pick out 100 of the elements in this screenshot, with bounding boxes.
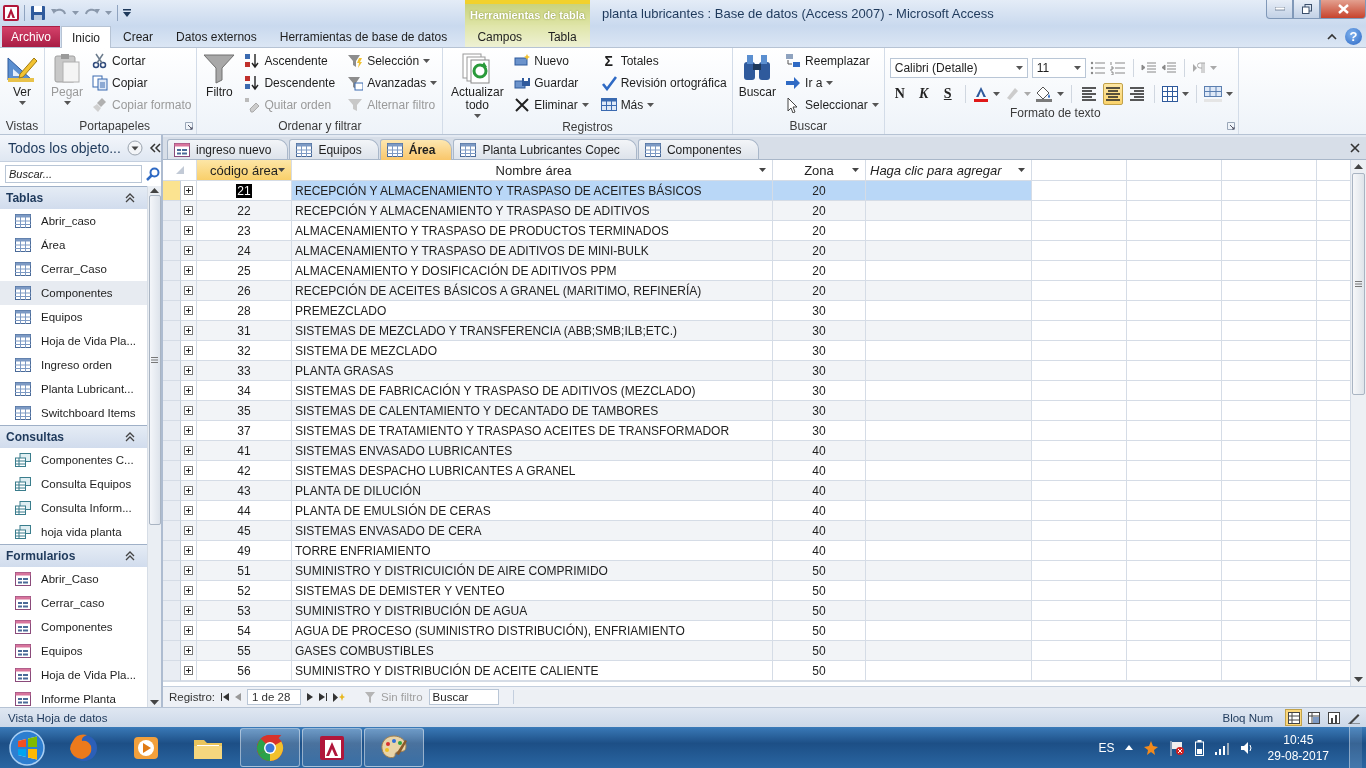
expand-icon[interactable] — [184, 506, 193, 515]
scroll-up-icon[interactable] — [1354, 164, 1363, 169]
form-icon[interactable] — [174, 142, 190, 157]
table-cell[interactable]: 50 — [773, 561, 866, 581]
scrollbar-thumb[interactable] — [148, 195, 161, 525]
dropdown-icon[interactable] — [126, 140, 143, 156]
next-record-icon[interactable] — [307, 693, 314, 701]
nav-item[interactable]: Abrir_caso — [0, 209, 147, 233]
table-icon[interactable] — [15, 310, 31, 324]
document-tab[interactable]: Componentes — [637, 139, 759, 159]
table-cell[interactable]: PLANTA GRASAS — [292, 361, 773, 381]
signal-icon[interactable] — [1213, 740, 1230, 755]
expand-icon[interactable] — [184, 566, 193, 575]
row-color-icon[interactable] — [1203, 86, 1222, 102]
expand-icon[interactable] — [184, 546, 193, 555]
table-cell[interactable]: RECEPCIÓN Y ALMACENAMIENTO Y TRASPASO DE ADITIVOS — [292, 201, 773, 221]
nav-item[interactable]: Componentes — [0, 281, 147, 305]
nav-item[interactable]: Switchboard Items — [0, 401, 147, 425]
nav-item[interactable]: Hoja de Vida Pla... — [0, 329, 147, 353]
expand-icon[interactable] — [184, 586, 193, 595]
ribbon-tab[interactable]: Campos — [466, 26, 534, 47]
ribbon-tab[interactable]: Inicio — [61, 26, 112, 48]
collapse-ribbon-icon[interactable] — [1327, 33, 1337, 40]
expand-icon[interactable] — [184, 526, 193, 535]
table-icon[interactable] — [15, 262, 31, 276]
table-cell[interactable]: 26 — [197, 281, 292, 301]
table-cell[interactable]: 30 — [773, 321, 866, 341]
ribbon-button[interactable]: Eliminar — [512, 94, 591, 116]
query-icon[interactable] — [15, 525, 31, 539]
language-indicator[interactable]: ES — [1098, 740, 1115, 755]
taskbar-button[interactable] — [302, 728, 362, 767]
ribbon-tab[interactable]: Tabla — [536, 26, 588, 47]
scroll-down-icon[interactable] — [1354, 677, 1363, 682]
collapse-group-icon[interactable] — [125, 193, 135, 203]
table-icon[interactable] — [15, 214, 31, 228]
table-cell[interactable]: 20 — [773, 241, 866, 261]
search-field[interactable]: Buscar — [428, 689, 499, 705]
nav-group-header[interactable]: Tablas — [0, 186, 147, 209]
scroll-down-icon[interactable] — [150, 700, 159, 705]
table-cell[interactable]: 30 — [773, 361, 866, 381]
table-cell[interactable]: 22 — [197, 201, 292, 221]
nav-item[interactable]: Componentes C... — [0, 448, 147, 472]
expand-icon[interactable] — [184, 246, 193, 255]
ribbon-button[interactable]: Copiar — [90, 72, 194, 94]
document-tab[interactable]: ingreso nuevo — [167, 139, 289, 159]
dialog-launcher-icon[interactable] — [1226, 122, 1235, 130]
table-icon[interactable] — [15, 238, 31, 252]
form-icon[interactable] — [15, 596, 31, 610]
ribbon-button[interactable]: Ver — [3, 50, 41, 107]
save-icon[interactable] — [30, 5, 46, 21]
expand-icon[interactable] — [184, 446, 193, 455]
table-cell[interactable]: 30 — [773, 401, 866, 421]
document-tab[interactable]: Equipos — [289, 139, 379, 159]
column-header[interactable]: Zona — [773, 160, 866, 181]
ribbon-button[interactable]: Revisión ortográfica — [598, 72, 729, 94]
font-size-field[interactable]: 11 — [1031, 58, 1086, 78]
nav-item[interactable]: Abrir_Caso — [0, 567, 147, 591]
app-logo-icon[interactable] — [3, 5, 19, 21]
nav-group-header[interactable]: Consultas — [0, 425, 147, 448]
expand-icon[interactable] — [184, 486, 193, 495]
table-cell[interactable]: 40 — [773, 481, 866, 501]
table-cell[interactable]: SUMINISTRO Y DISTRIBUCIÓN DE ACEITE CALIENTE — [292, 661, 773, 681]
nav-item[interactable]: Planta Lubricant... — [0, 377, 147, 401]
expand-icon[interactable] — [184, 226, 193, 235]
bullet-list-icon[interactable] — [1089, 61, 1106, 75]
expand-icon[interactable] — [184, 606, 193, 615]
text-style-button[interactable]: S — [937, 86, 958, 102]
table-cell[interactable]: SUMINISTRO Y DISTRICUICIÓN DE AIRE COMPRIMIDO — [292, 561, 773, 581]
table-cell[interactable]: 24 — [197, 241, 292, 261]
ribbon-button[interactable]: Avanzadas — [345, 72, 440, 94]
show-hidden-icon[interactable] — [1124, 745, 1133, 750]
ribbon-button[interactable]: Filtro — [200, 50, 239, 101]
table-cell[interactable]: RECEPCIÓN Y ALMACENAMIENTO Y TRASPASO DE ACEITES BÁSICOS — [292, 181, 773, 201]
customize-icon[interactable] — [123, 9, 131, 17]
shield-icon[interactable] — [1142, 739, 1159, 756]
nav-item[interactable]: Área — [0, 233, 147, 257]
expand-icon[interactable] — [184, 666, 193, 675]
table-cell[interactable]: ALMACENAMIENTO Y TRASPASO DE ADITIVOS DE MINI-BULK — [292, 241, 773, 261]
expand-icon[interactable] — [184, 306, 193, 315]
expand-icon[interactable] — [184, 286, 193, 295]
ribbon-button[interactable]: Reemplazar — [783, 50, 881, 72]
expand-icon[interactable] — [184, 266, 193, 275]
table-cell[interactable]: 20 — [773, 181, 866, 201]
ribbon-button[interactable]: Ir a — [783, 72, 881, 94]
search-field[interactable]: Buscar... — [5, 165, 142, 183]
last-record-icon[interactable] — [319, 693, 328, 701]
new-record-icon[interactable] — [333, 692, 346, 702]
table-cell[interactable]: SISTEMAS DE MEZCLADO Y TRANSFERENCIA (ABB;SMB;ILB;ETC.) — [292, 321, 773, 341]
table-cell[interactable]: 43 — [197, 481, 292, 501]
dropdown-icon[interactable] — [278, 168, 285, 172]
form-icon[interactable] — [15, 644, 31, 658]
scrollbar-thumb[interactable] — [1352, 173, 1365, 395]
table-cell[interactable]: 53 — [197, 601, 292, 621]
column-header[interactable]: Nombre área — [292, 160, 773, 181]
table-cell[interactable]: SUMINISTRO Y DISTRIBUCIÓN DE AGUA — [292, 601, 773, 621]
flag-icon[interactable] — [1168, 739, 1185, 756]
expand-icon[interactable] — [184, 386, 193, 395]
ribbon-button[interactable]: Buscar — [735, 50, 780, 101]
ribbon-button[interactable]: Nuevo — [512, 50, 591, 72]
text-style-button[interactable]: N — [889, 86, 910, 102]
